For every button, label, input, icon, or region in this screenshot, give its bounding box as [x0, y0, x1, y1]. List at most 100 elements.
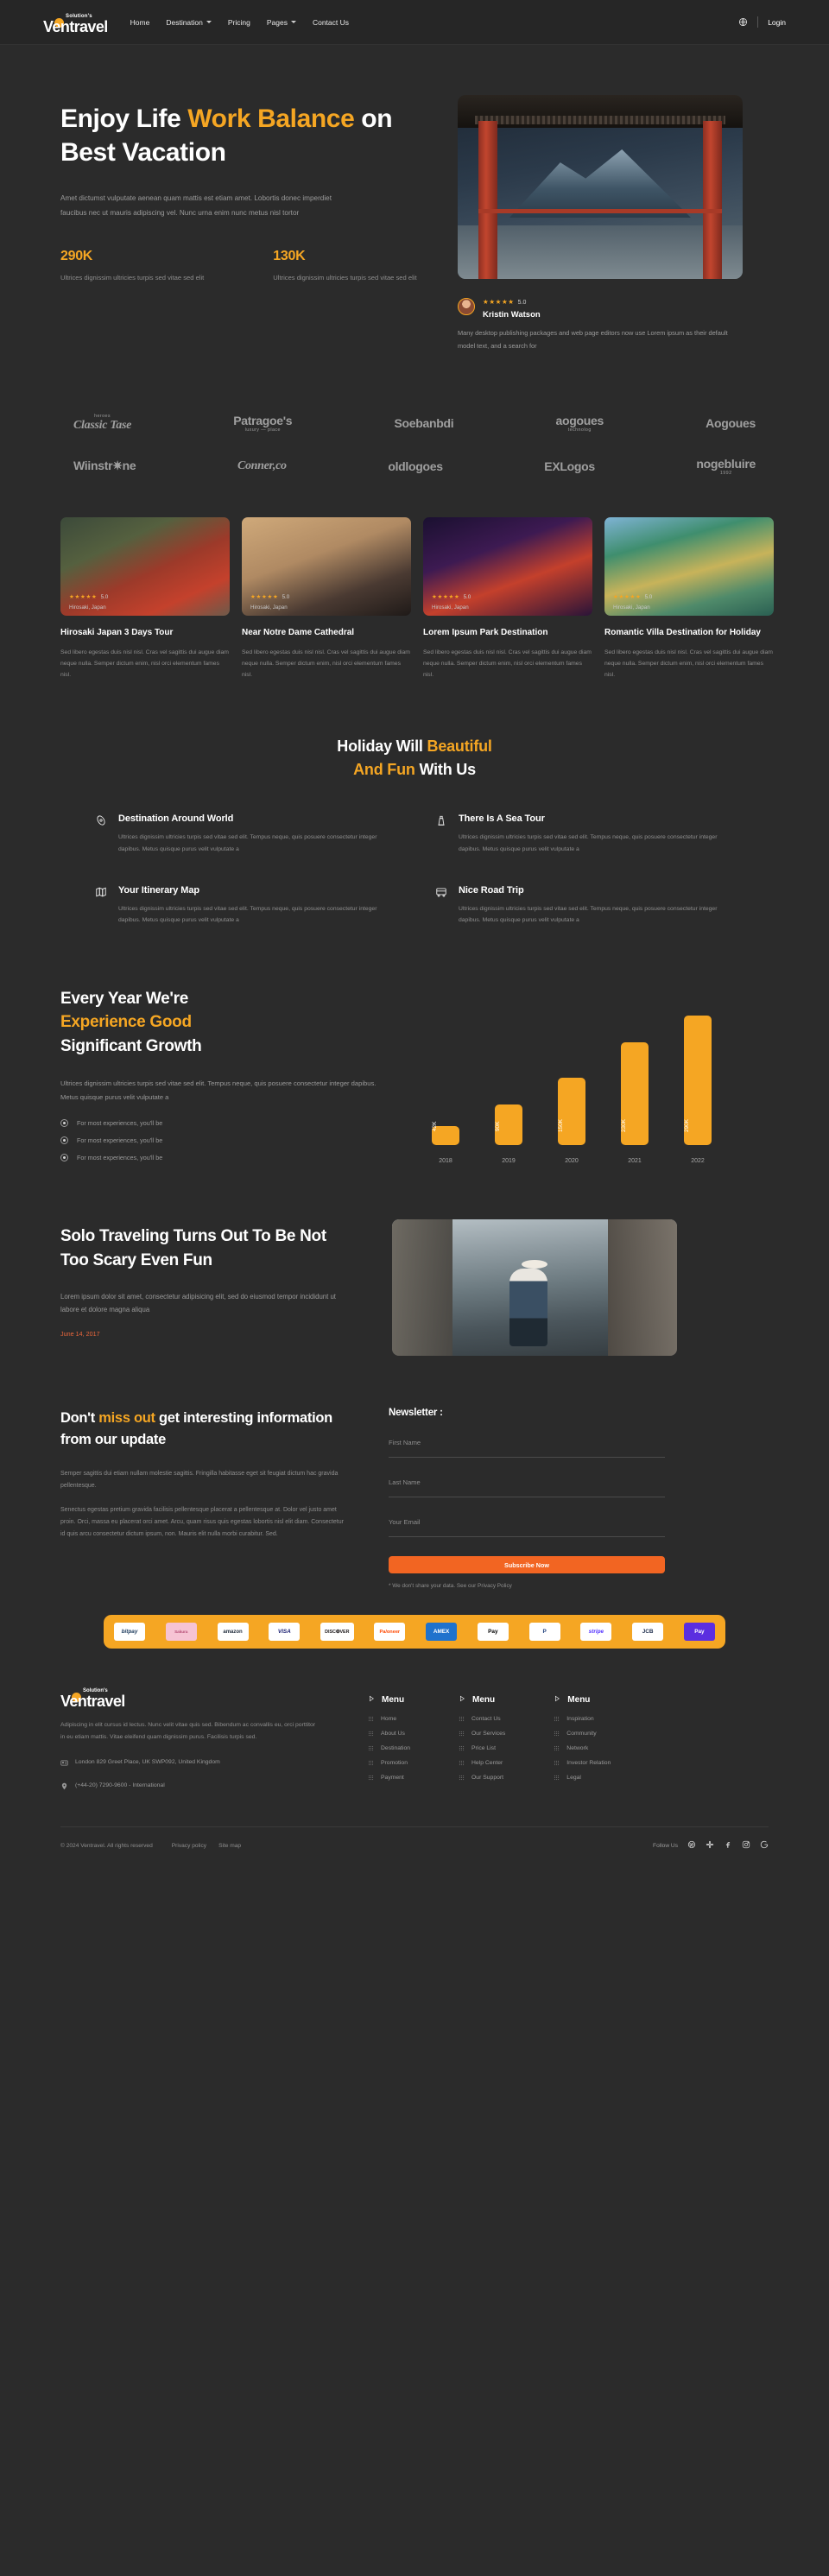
brand-logo-classic-tase: heroes Classic Tase	[73, 414, 131, 433]
brand-logo-exlogos: EXLogos	[544, 459, 595, 473]
nav-item-destination[interactable]: Destination	[166, 18, 212, 27]
destination-card[interactable]: ★★★★★ 5.0 Hirosaki, Japan Hirosaki Japan …	[60, 516, 230, 681]
destination-card[interactable]: ★★★★★ 5.0 Hirosaki, Japan Near Notre Dame…	[242, 516, 411, 681]
nav-item-pages[interactable]: Pages	[267, 18, 296, 27]
footer-link-investor-relation[interactable]: Investor Relation	[554, 1760, 611, 1766]
destination-location: Hirosaki, Japan	[613, 604, 650, 611]
discover-icon[interactable]: DISC❂VER	[320, 1623, 354, 1642]
star-rating-icon: ★★★★★	[483, 298, 515, 306]
login-button[interactable]: Login	[768, 18, 786, 27]
play-triangle-icon	[459, 1695, 465, 1705]
apple-pay-icon[interactable]: Pay	[477, 1623, 509, 1642]
slack-icon[interactable]	[706, 1838, 714, 1853]
feature-description: Ultrices dignissim ultricies turpis sed …	[118, 905, 377, 924]
last-name-field[interactable]	[389, 1473, 665, 1498]
rating-value: 5.0	[517, 300, 527, 306]
brand-row-2: Wiinstr✷ne Conner,co oldlogoes EXLogos n…	[73, 457, 756, 476]
stripe-icon[interactable]: stripe	[580, 1623, 612, 1642]
subscribe-button[interactable]: Subscribe Now	[389, 1556, 665, 1574]
location-pin-icon	[60, 1781, 68, 1794]
growth-bullet: For most experiences, you'll be	[60, 1154, 389, 1162]
header-divider	[757, 16, 759, 28]
brand-logo-wiinstrone: Wiinstr✷ne	[73, 459, 136, 473]
dpay-icon[interactable]: Pay	[683, 1623, 715, 1642]
amazon-icon[interactable]: amazon	[217, 1623, 249, 1642]
footer-logo[interactable]: Solution's Ventravel	[60, 1685, 297, 1709]
brand-name: nogebluire	[696, 456, 756, 471]
stat-text: Ultrices dignissim ultricies turpis sed …	[273, 273, 417, 282]
feature-item: Nice Road Trip Ultrices dignissim ultric…	[435, 885, 734, 927]
footer-link-destination[interactable]: Destination	[368, 1745, 410, 1751]
footer-logo-text: Ventravel	[60, 1693, 125, 1711]
growth-title-accent: Experience Good	[60, 1013, 192, 1032]
amex-icon[interactable]: AMEX	[426, 1623, 458, 1642]
first-name-input[interactable]	[389, 1439, 665, 1447]
chart-x-tick: 2019	[502, 1157, 516, 1164]
star-rating-icon: ★★★★★	[69, 593, 98, 600]
chart-bar-value: 90K	[495, 1121, 501, 1131]
footer-link-promotion[interactable]: Promotion	[368, 1760, 410, 1766]
torii-pillar-right	[703, 121, 722, 279]
testimonial-header: ★★★★★ 5.0 Kristin Watson	[458, 293, 743, 320]
payoneer-icon[interactable]: Pa/oneer	[374, 1623, 406, 1642]
footer-column: Menu Contact Us Our Services Price List Help…	[459, 1695, 505, 1804]
email-input[interactable]	[389, 1518, 665, 1527]
globe-icon[interactable]	[738, 17, 748, 27]
destination-description: Sed libero egestas duis nisl nisl. Cras …	[242, 649, 410, 679]
dribbble-icon[interactable]	[687, 1838, 696, 1853]
footer-column-heading: Menu	[368, 1695, 410, 1705]
footer-link-home[interactable]: Home	[368, 1716, 410, 1722]
footer-link-help-center[interactable]: Help Center	[459, 1760, 505, 1766]
bullet-label: For most experiences, you'll be	[77, 1154, 163, 1162]
brand-logo-nogebluire: nogebluire 1992	[696, 457, 756, 476]
privacy-note: * We don't share your data. See our Priv…	[389, 1583, 512, 1590]
copyright-text: © 2024 Ventravel. All rights reserved	[60, 1842, 153, 1849]
brand-name: Patragoe's	[233, 413, 293, 427]
paypal-icon[interactable]: P	[528, 1623, 560, 1642]
chart-x-tick: 2018	[439, 1157, 452, 1164]
footer-link-label: Payment	[381, 1775, 404, 1782]
footer-link-community[interactable]: Community	[554, 1731, 611, 1737]
avatar	[458, 297, 475, 315]
email-field[interactable]	[389, 1513, 665, 1538]
logo[interactable]: Solution's Ventravel	[43, 10, 108, 35]
destination-image: ★★★★★ 5.0 Hirosaki, Japan	[604, 516, 774, 616]
grid-dots-icon	[368, 1731, 374, 1737]
destination-card[interactable]: ★★★★★ 5.0 Hirosaki, Japan Lorem Ipsum Par…	[423, 516, 592, 681]
site-map-link[interactable]: Site map	[218, 1843, 241, 1849]
rating-value: 5.0	[282, 593, 290, 600]
growth-bar-chart: 42K 90K 150K 230K 290K 2018 2019 2020 2021 2022	[423, 987, 751, 1164]
instagram-icon[interactable]	[742, 1838, 750, 1853]
jcb-icon[interactable]: JCB	[632, 1623, 664, 1642]
first-name-field[interactable]	[389, 1434, 665, 1459]
footer-link-our-support[interactable]: Our Support	[459, 1775, 505, 1781]
stat-text: Ultrices dignissim ultricies turpis sed …	[60, 273, 205, 282]
footer-link-label: Network	[566, 1745, 589, 1752]
destination-location: Hirosaki, Japan	[69, 604, 106, 611]
footer-link-payment[interactable]: Payment	[368, 1775, 410, 1781]
nav-item-pricing[interactable]: Pricing	[228, 18, 250, 27]
nav-item-contact-us[interactable]: Contact Us	[313, 18, 349, 27]
nav-item-home[interactable]: Home	[130, 18, 150, 27]
pink-card-icon[interactable]: Sakura	[165, 1623, 197, 1642]
grid-dots-icon	[368, 1716, 374, 1722]
bitpay-icon[interactable]: bitpay	[114, 1623, 145, 1642]
last-name-input[interactable]	[389, 1478, 665, 1487]
footer-link-legal[interactable]: Legal	[554, 1775, 611, 1781]
facebook-icon[interactable]	[724, 1838, 732, 1853]
visa-icon[interactable]: VISA	[269, 1623, 301, 1642]
feature-description: Ultrices dignissim ultricies turpis sed …	[118, 834, 377, 852]
footer-link-about-us[interactable]: About Us	[368, 1731, 410, 1737]
brand-foot: technolog	[567, 427, 592, 433]
bullet-label: For most experiences, you'll be	[77, 1136, 163, 1145]
footer-link-price-list[interactable]: Price List	[459, 1745, 505, 1751]
privacy-policy-link[interactable]: Privacy policy	[172, 1843, 206, 1849]
footer-link-network[interactable]: Network	[554, 1745, 611, 1751]
footer-link-contact-us[interactable]: Contact Us	[459, 1716, 505, 1722]
destination-card[interactable]: ★★★★★ 5.0 Hirosaki, Japan Romantic Villa …	[604, 516, 774, 681]
footer-link-inspiration[interactable]: Inspiration	[554, 1716, 611, 1722]
chart-bar-value: 42K	[432, 1121, 438, 1131]
torii-rail	[478, 209, 722, 213]
footer-link-our-services[interactable]: Our Services	[459, 1731, 505, 1737]
google-icon[interactable]	[760, 1838, 769, 1853]
